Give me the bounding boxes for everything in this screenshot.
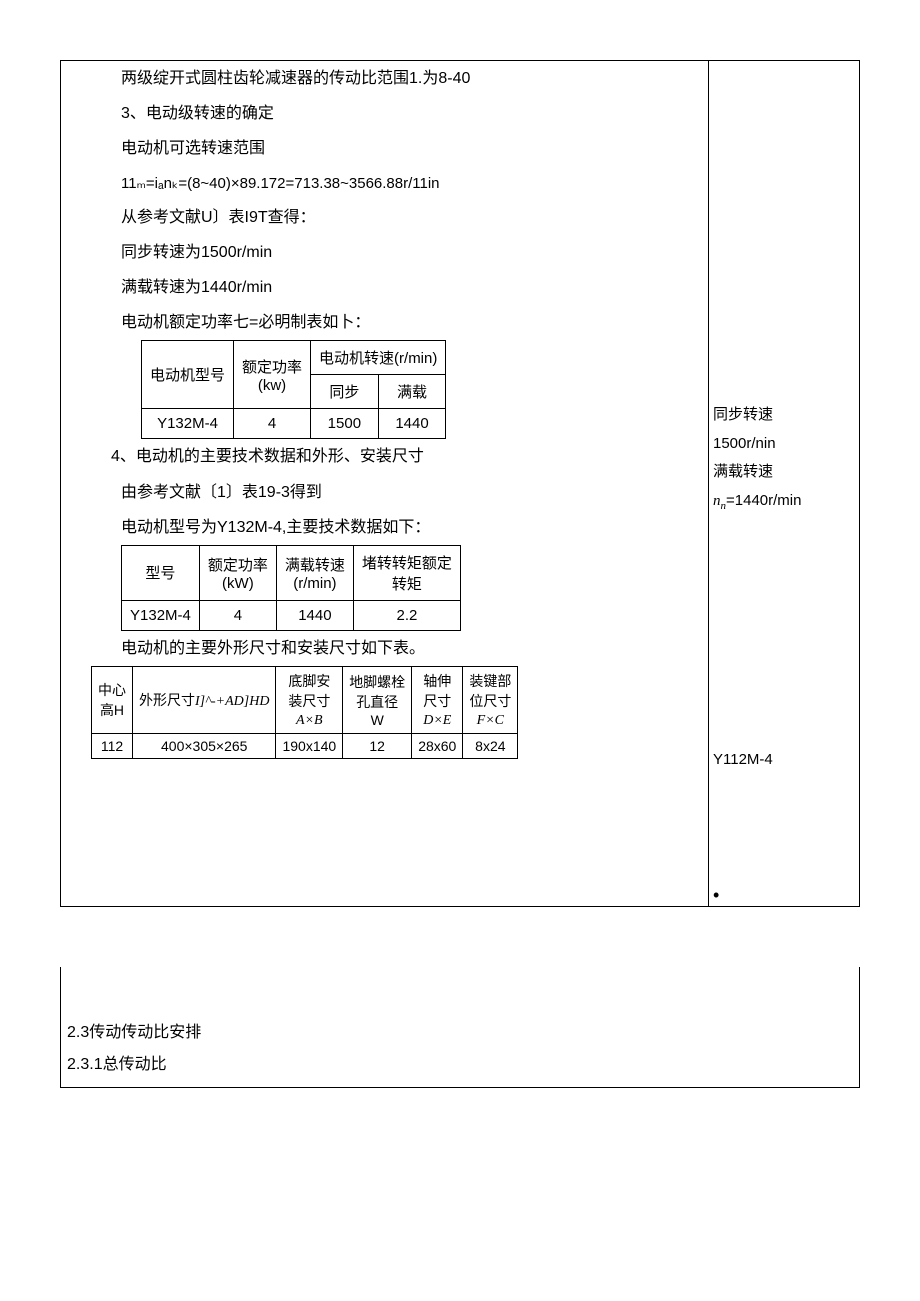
unit: (r/min) [293,575,336,592]
col-bolt: 地脚螺栓 孔直径 W [343,667,412,734]
text-line: 两级绽开式圆柱齿轮减速器的传动比范围1.为8-40 [61,61,708,96]
var: n [713,493,721,509]
prefix: 外形尺寸 [139,692,195,708]
col-power: 额定功率 (kw) [234,341,311,409]
table-row: Y132M-4 4 1440 2.2 [122,600,461,630]
cell-torque: 2.2 [353,600,460,630]
cell-power: 4 [199,600,276,630]
formula: I]^-+AD]HD [195,694,269,709]
unit: (kW) [222,575,254,592]
table-row: 型号 额定功率 (kW) 满载转速 (r/min) 堵转转矩额定 转矩 [122,545,461,600]
table-row: Y132M-4 4 1500 1440 [142,409,446,439]
col-model: 电动机型号 [142,341,234,409]
col-full: 满载 [378,375,446,409]
motor-table-1: 电动机型号 额定功率 (kw) 电动机转速(r/min) 同步 满载 Y132M… [141,340,446,439]
col-power-label: 额定功率 [242,359,302,376]
heading-4: 4、电动机的主要技术数据和外形、安装尺寸 [61,439,708,474]
cell-model: Y132M-4 [122,600,200,630]
l3: A×B [296,713,323,728]
cell-shaft: 28x60 [412,734,463,759]
cell-h: 112 [92,734,133,759]
l2: 孔直径 [356,694,398,710]
cell-sync: 1500 [311,409,379,439]
label: 额定功率 [208,557,268,574]
text-line: 电动机额定功率七=必明制表如卜： [61,305,708,340]
text-line: 满载转速为1440r/min [61,270,708,305]
table-row: 电动机型号 额定功率 (kw) 电动机转速(r/min) [142,341,446,375]
col-speed: 电动机转速(r/min) [311,341,446,375]
cell-foot: 190x140 [276,734,343,759]
cell-full: 1440 [378,409,446,439]
sync-val: 1500r/nin [713,430,855,459]
l1: 轴伸 [423,673,451,689]
text-line: 由参考文献〔1〕表19-3得到 [61,475,708,510]
main-layout: 两级绽开式圆柱齿轮减速器的传动比范围1.为8-40 3、电动级转速的确定 电动机… [60,60,860,907]
col-outline: 外形尺寸I]^-+AD]HD [133,667,276,734]
label: 满载转速 [285,557,345,574]
main-column: 两级绽开式圆柱齿轮减速器的传动比范围1.为8-40 3、电动级转速的确定 电动机… [61,61,709,906]
text-line: 同步转速为1500r/min [61,235,708,270]
side-column: 同步转速 1500r/nin 满载转速 nn=1440r/min Y112M-4… [709,61,859,906]
table-row: 112 400×305×265 190x140 12 28x60 8x24 [92,734,518,759]
heading-3: 3、电动级转速的确定 [61,96,708,131]
dimension-table: 中心 高H 外形尺寸I]^-+AD]HD 底脚安 装尺寸 A×B 地脚螺栓 孔直… [91,666,518,759]
col-power: 额定功率 (kW) [199,545,276,600]
rest: =1440r/min [726,492,801,509]
col-fullspeed: 满载转速 (r/min) [276,545,353,600]
full-label: 满载转速 [713,458,855,487]
cell-power: 4 [234,409,311,439]
l2: 高H [100,702,124,718]
section-2-3-1: 2.3.1总传动比 [67,1049,853,1081]
table-row: 中心 高H 外形尺寸I]^-+AD]HD 底脚安 装尺寸 A×B 地脚螺栓 孔直… [92,667,518,734]
l1: 装键部 [469,673,511,689]
l2: 尺寸 [423,693,451,709]
cell-bolt: 12 [343,734,412,759]
label1: 堵转转矩额定 [362,555,452,572]
formula-line: 11ₘ=iₐnₖ=(8~40)×89.172=713.38~3566.88r/1… [61,167,708,200]
col-sync: 同步 [311,375,379,409]
bullet-icon: • [713,885,855,906]
motor-table-2: 型号 额定功率 (kW) 满载转速 (r/min) 堵转转矩额定 转矩 Y132… [121,545,461,631]
col-foot: 底脚安 装尺寸 A×B [276,667,343,734]
label2: 转矩 [392,576,422,593]
col-key: 装键部 位尺寸 F×C [463,667,518,734]
cell-model: Y132M-4 [142,409,234,439]
sync-label: 同步转速 [713,401,855,430]
col-center-h: 中心 高H [92,667,133,734]
side-note-model: Y112M-4 [713,746,855,775]
side-note-speed: 同步转速 1500r/nin 满载转速 nn=1440r/min [713,401,855,516]
l3: W [371,712,384,728]
l3: F×C [477,713,504,728]
col-torque: 堵转转矩额定 转矩 [353,545,460,600]
l1: 底脚安 [288,673,330,689]
text-line: 从参考文献U〕表I9T查得： [61,200,708,235]
cell-outline: 400×305×265 [133,734,276,759]
l3: D×E [423,713,451,728]
section-2-3: 2.3传动传动比安排 [67,1017,853,1049]
col-power-unit: (kw) [258,377,286,394]
l2: 装尺寸 [288,693,330,709]
full-val: nn=1440r/min [713,487,855,517]
cell-key: 8x24 [463,734,518,759]
col-shaft: 轴伸 尺寸 D×E [412,667,463,734]
cell-full: 1440 [276,600,353,630]
col-model: 型号 [122,545,200,600]
l1: 地脚螺栓 [349,674,405,690]
section-headings: 2.3传动传动比安排 2.3.1总传动比 [60,967,860,1088]
l1: 中心 [98,682,126,698]
text-line: 电动机的主要外形尺寸和安装尺寸如下表。 [61,631,708,666]
text-line: 电动机型号为Y132M-4,主要技术数据如下： [61,510,708,545]
text-line: 电动机可选转速范围 [61,131,708,166]
l2: 位尺寸 [469,693,511,709]
